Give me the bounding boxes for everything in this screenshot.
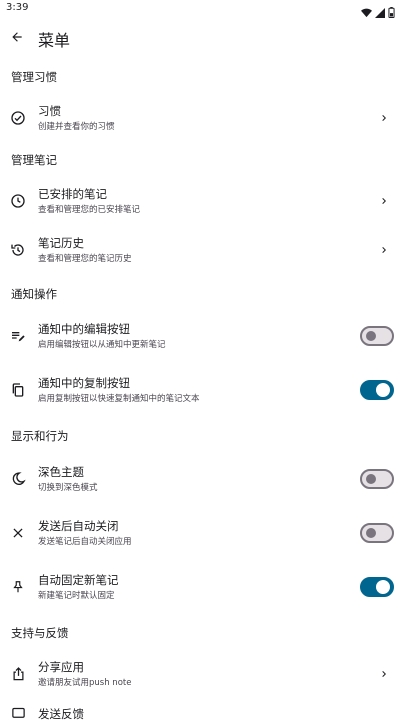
edit-note-icon xyxy=(9,327,27,345)
setting-subtitle: 发送笔记后自动关闭应用 xyxy=(38,537,132,547)
setting-title: 通知中的复制按钮 xyxy=(38,376,130,390)
arrow-back-icon xyxy=(10,29,24,48)
section-header-display: 显示和行为 xyxy=(11,429,69,443)
setting-title: 发送后自动关闭 xyxy=(38,519,119,533)
close-icon xyxy=(9,524,27,542)
section-header-notes: 管理笔记 xyxy=(11,153,57,167)
moon-icon xyxy=(9,470,27,488)
menu-item-title: 已安排的笔记 xyxy=(38,187,107,201)
check-circle-icon xyxy=(9,109,27,127)
setting-subtitle: 启用编辑按钮以从通知中更新笔记 xyxy=(38,340,166,350)
setting-subtitle: 切换到深色模式 xyxy=(38,483,98,493)
menu-item-share-app[interactable]: 分享应用 邀请朋友试用push note xyxy=(0,650,403,698)
chevron-right-icon xyxy=(377,111,391,125)
menu-item-title: 习惯 xyxy=(38,104,61,118)
setting-subtitle: 启用复制按钮以快速复制通知中的笔记文本 xyxy=(38,394,200,404)
menu-item-send-feedback[interactable]: 发送反馈 xyxy=(0,699,403,720)
top-app-bar: 菜单 xyxy=(0,18,403,58)
toggle-knob xyxy=(376,580,390,594)
menu-item-note-history[interactable]: 笔记历史 查看和管理您的笔记历史 xyxy=(0,226,403,274)
status-time: 3:39 xyxy=(6,2,29,13)
setting-auto-close[interactable]: 发送后自动关闭 发送笔记后自动关闭应用 xyxy=(0,509,403,557)
section-header-support: 支持与反馈 xyxy=(11,626,69,640)
toggle-knob xyxy=(366,474,376,484)
history-icon xyxy=(9,241,27,259)
feedback-icon xyxy=(9,704,27,720)
menu-item-scheduled-notes[interactable]: 已安排的笔记 查看和管理您的已安排笔记 xyxy=(0,177,403,225)
auto-pin-toggle[interactable] xyxy=(360,577,394,597)
chevron-right-icon xyxy=(377,667,391,681)
setting-copy-button-in-notification[interactable]: 通知中的复制按钮 启用复制按钮以快速复制通知中的笔记文本 xyxy=(0,366,403,414)
setting-title: 自动固定新笔记 xyxy=(38,573,119,587)
menu-item-subtitle: 查看和管理您的笔记历史 xyxy=(38,254,132,264)
setting-dark-theme[interactable]: 深色主题 切换到深色模式 xyxy=(0,455,403,503)
toggle-knob xyxy=(366,528,376,538)
page-title: 菜单 xyxy=(38,31,71,50)
copy-icon xyxy=(9,381,27,399)
share-icon xyxy=(9,665,27,683)
clock-icon xyxy=(9,192,27,210)
setting-title: 通知中的编辑按钮 xyxy=(38,322,130,336)
menu-item-title: 分享应用 xyxy=(38,660,84,674)
section-header-habits: 管理习惯 xyxy=(11,70,57,84)
setting-subtitle: 新建笔记时默认固定 xyxy=(38,591,115,601)
pin-icon xyxy=(9,578,27,596)
menu-item-habits[interactable]: 习惯 创建并查看你的习惯 xyxy=(0,94,403,142)
status-bar: 3:39 xyxy=(0,0,403,18)
chevron-right-icon xyxy=(377,243,391,257)
setting-title: 深色主题 xyxy=(38,465,84,479)
back-button[interactable] xyxy=(4,24,30,52)
copy-button-toggle[interactable] xyxy=(360,380,394,400)
setting-edit-button-in-notification[interactable]: 通知中的编辑按钮 启用编辑按钮以从通知中更新笔记 xyxy=(0,312,403,360)
menu-item-subtitle: 查看和管理您的已安排笔记 xyxy=(38,205,141,215)
toggle-knob xyxy=(366,331,376,341)
menu-item-subtitle: 邀请朋友试用push note xyxy=(38,678,132,688)
menu-item-title: 笔记历史 xyxy=(38,236,84,250)
edit-button-toggle[interactable] xyxy=(360,326,394,346)
menu-item-subtitle: 创建并查看你的习惯 xyxy=(38,122,115,132)
auto-close-toggle[interactable] xyxy=(360,523,394,543)
toggle-knob xyxy=(376,383,390,397)
setting-auto-pin[interactable]: 自动固定新笔记 新建笔记时默认固定 xyxy=(0,563,403,611)
chevron-right-icon xyxy=(377,194,391,208)
menu-item-title: 发送反馈 xyxy=(38,707,84,720)
section-header-notifications: 通知操作 xyxy=(11,287,57,301)
dark-theme-toggle[interactable] xyxy=(360,469,394,489)
